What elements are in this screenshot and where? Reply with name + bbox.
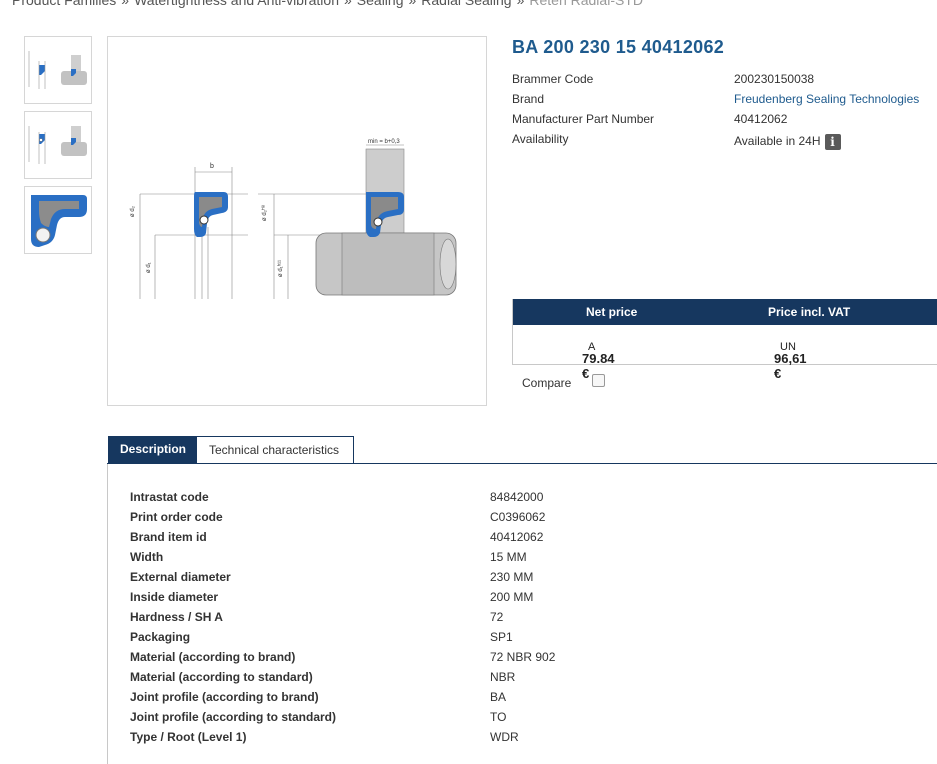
breadcrumb-separator: » <box>408 0 417 8</box>
product-image: b ø d₂ ø d₁ ø d₂ᴴ⁸ ø d₁ʰ¹¹ min = b+0,3 <box>107 36 487 406</box>
availability-text: Available in 24H <box>734 134 821 149</box>
svg-text:ø d₁: ø d₁ <box>146 262 152 273</box>
svg-text:b: b <box>210 163 214 170</box>
spec-label: Print order code <box>130 510 223 524</box>
spec-value: 230 MM <box>490 570 534 584</box>
thumbnail-drawing-1[interactable] <box>24 36 92 104</box>
spec-label: Joint profile (according to brand) <box>130 690 319 704</box>
technical-drawing: b ø d₂ ø d₁ ø d₂ᴴ⁸ ø d₁ʰ¹¹ min = b+0,3 <box>130 139 457 299</box>
spec-value: 84842000 <box>490 490 544 504</box>
spec-label: Brand item id <box>130 530 207 544</box>
brammer-code-value: 200230150038 <box>734 72 815 86</box>
product-title: BA 200 230 15 40412062 <box>512 37 725 57</box>
net-price-value: 79.84 € A <box>582 338 615 381</box>
spec-value: 40412062 <box>490 530 544 544</box>
vat-price-value: 96,61 € UN <box>774 338 807 381</box>
spec-label: Intrastat code <box>130 490 209 504</box>
thumbnail-profile[interactable] <box>24 186 92 254</box>
breadcrumb-item[interactable]: Watertightness and Anti-vibration <box>134 0 339 8</box>
spec-value: WDR <box>490 730 519 744</box>
brand-link[interactable]: Freudenberg Sealing Technologies <box>734 92 919 106</box>
svg-text:min = b+0,3: min = b+0,3 <box>368 139 400 145</box>
spec-value: TO <box>490 710 507 724</box>
spec-label: Material (according to brand) <box>130 650 296 664</box>
availability-label: Availability <box>512 132 569 146</box>
breadcrumb-item[interactable]: Radial Sealing <box>421 0 511 8</box>
spec-value: 72 <box>490 610 504 624</box>
spec-label: Packaging <box>130 630 191 644</box>
spec-value: SP1 <box>490 630 513 644</box>
svg-text:ø d₂: ø d₂ <box>130 205 136 217</box>
svg-text:ø d₂ᴴ⁸: ø d₂ᴴ⁸ <box>261 204 268 221</box>
spec-value: 72 NBR 902 <box>490 650 556 664</box>
price-values: 79.84 € A 96,61 € UN <box>513 325 937 381</box>
vat-price-amount: 96,61 € <box>774 351 807 381</box>
spec-label: Width <box>130 550 164 564</box>
spec-label: Inside diameter <box>130 590 219 604</box>
panel-border <box>107 464 108 764</box>
vat-price-header: Price incl. VAT <box>768 305 851 319</box>
spec-label: Material (according to standard) <box>130 670 313 684</box>
spec-value: C0396062 <box>490 510 546 524</box>
brammer-code-label: Brammer Code <box>512 72 594 86</box>
seal-drawing-thumb-icon <box>28 126 87 164</box>
seal-drawing-thumb-icon <box>28 51 87 89</box>
spec-value: 15 MM <box>490 550 527 564</box>
breadcrumb-item[interactable]: Sealing <box>357 0 404 8</box>
spec-label: Joint profile (according to standard) <box>130 710 337 724</box>
spec-label: Hardness / SH A <box>130 610 223 624</box>
mpn-label: Manufacturer Part Number <box>512 112 655 126</box>
net-price-header: Net price <box>586 305 638 319</box>
brand-label: Brand <box>512 92 545 106</box>
breadcrumb-item[interactable]: Product Families <box>12 0 116 8</box>
breadcrumb-separator: » <box>343 0 352 8</box>
breadcrumb: Product Families » Watertightness and Anti… <box>12 0 643 8</box>
spec-value: NBR <box>490 670 516 684</box>
info-icon[interactable]: i <box>824 134 841 150</box>
tabs-divider <box>107 463 937 464</box>
breadcrumb-separator: » <box>121 0 130 8</box>
spec-value: 200 MM <box>490 590 534 604</box>
price-header: Net price Price incl. VAT <box>513 299 937 325</box>
seal-profile-icon <box>31 195 87 247</box>
breadcrumb-current: Reten Radial-STD <box>529 0 643 8</box>
mpn-value: 40412062 <box>734 112 788 126</box>
tab-technical-characteristics[interactable]: Technical characteristics <box>196 436 354 464</box>
availability-value: Available in 24H i <box>734 134 841 150</box>
spec-value: BA <box>490 690 507 704</box>
spec-label: Type / Root (Level 1) <box>130 730 247 744</box>
breadcrumb-separator: » <box>516 0 525 8</box>
compare-label: Compare <box>522 376 572 390</box>
tab-description[interactable]: Description <box>108 436 196 463</box>
svg-text:ø d₁ʰ¹¹: ø d₁ʰ¹¹ <box>277 260 284 277</box>
thumbnail-drawing-2[interactable] <box>24 111 92 179</box>
compare-checkbox[interactable] <box>592 374 605 387</box>
spec-label: External diameter <box>130 570 231 584</box>
price-table: Net price Price incl. VAT 79.84 € A 96,61… <box>512 299 937 381</box>
